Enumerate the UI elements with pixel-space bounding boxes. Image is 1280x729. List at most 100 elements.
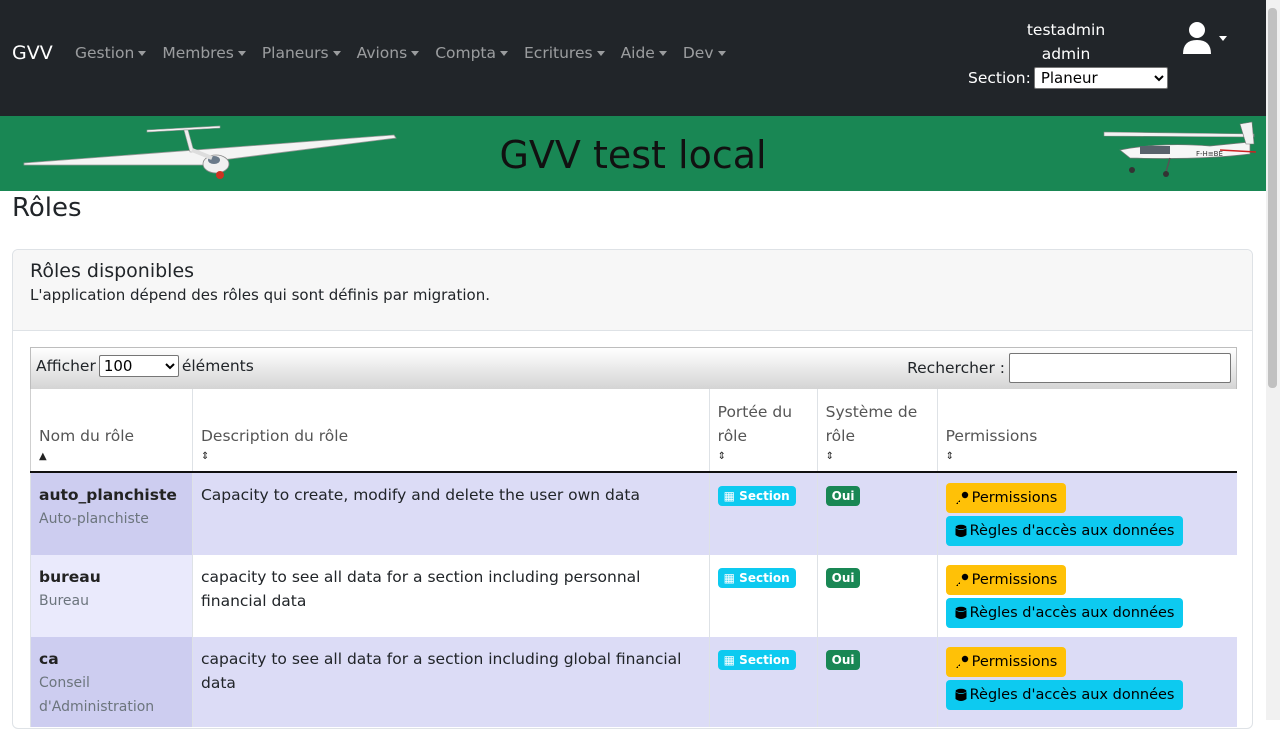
key-icon — [955, 491, 968, 504]
user-role: admin — [1041, 45, 1091, 63]
database-icon — [955, 606, 967, 619]
caret-down-icon — [658, 50, 667, 56]
role-name-cell: auto_planchiste Auto-planchiste — [30, 472, 193, 555]
sort-both-icon: ⇕ — [717, 451, 727, 462]
show-label: Afficher — [36, 357, 96, 375]
role-label: Bureau — [39, 593, 89, 609]
page-length-select[interactable]: 100 — [98, 355, 179, 377]
sort-both-icon: ⇕ — [200, 451, 210, 462]
role-scope-cell: ▦ Section — [708, 472, 818, 555]
table-header-row: Nom du rôle ▲ Description du rôle ⇕ Portée… — [30, 389, 1237, 473]
scope-badge: ▦ Section — [717, 486, 796, 506]
caret-down-icon — [717, 50, 726, 56]
card-header: Rôles disponibles L'application dépend d… — [13, 250, 1252, 331]
scope-badge: ▦ Section — [717, 568, 796, 588]
card-subtitle: L'application dépend des rôles qui sont … — [30, 286, 490, 304]
role-description: capacity to see all data for a section i… — [191, 555, 710, 637]
building-icon: ▦ — [723, 571, 740, 585]
column-header-description[interactable]: Description du rôle ⇕ — [191, 389, 710, 473]
caret-down-icon — [411, 50, 420, 56]
menu-label: Planeurs — [261, 44, 329, 62]
entries-label: éléments — [181, 357, 254, 375]
role-name: ca — [39, 650, 59, 668]
role-name-cell: bureau Bureau — [30, 555, 193, 637]
permissions-button[interactable]: Permissions — [945, 483, 1067, 513]
column-header-name[interactable]: Nom du rôle ▲ — [30, 389, 193, 473]
access-rules-button[interactable]: Règles d'accès aux données — [945, 516, 1184, 546]
column-header-label: Description du rôle — [200, 427, 349, 445]
menu-label: Gestion — [75, 44, 135, 62]
column-header-label: Nom du rôle — [39, 427, 135, 445]
column-header-label: Système de rôle — [825, 403, 918, 445]
role-label: Auto-planchiste — [39, 511, 149, 527]
user-name: testadmin — [1026, 21, 1106, 39]
caret-down-icon[interactable] — [1219, 36, 1227, 41]
menu-gestion[interactable]: Gestion — [75, 44, 147, 62]
access-rules-button[interactable]: Règles d'accès aux données — [945, 598, 1184, 628]
menu-planeurs[interactable]: Planeurs — [262, 44, 341, 62]
role-name-cell: ca Conseil d'Administration — [30, 637, 193, 727]
menu-dev[interactable]: Dev — [683, 44, 726, 62]
column-header-scope[interactable]: Portée du rôle ⇕ — [708, 389, 818, 473]
column-header-permissions[interactable]: Permissions ⇕ — [936, 389, 1237, 473]
caret-down-icon — [237, 50, 246, 56]
menu-label: Avions — [356, 44, 408, 62]
access-rules-button-label: Règles d'accès aux données — [969, 687, 1175, 703]
caret-down-icon — [332, 50, 341, 56]
system-badge: Oui — [825, 568, 861, 588]
role-scope-cell: ▦ Section — [708, 637, 818, 727]
table-row: bureau Bureau capacity to see all data f… — [30, 555, 1237, 637]
sort-both-icon: ⇕ — [945, 451, 954, 462]
menu-aide[interactable]: Aide — [621, 44, 667, 62]
key-icon — [955, 573, 968, 586]
main-menu: Gestion Membres Planeurs Avions Compta E… — [75, 44, 742, 62]
building-icon: ▦ — [723, 653, 740, 667]
menu-label: Dev — [682, 44, 714, 62]
sort-asc-icon: ▲ — [39, 451, 47, 462]
column-header-label: Portée du rôle — [717, 403, 793, 445]
user-avatar-icon[interactable] — [1180, 20, 1214, 56]
column-header-label: Permissions — [945, 427, 1038, 445]
access-rules-button-label: Règles d'accès aux données — [969, 523, 1175, 539]
datatable-toolbar: Afficher 100 éléments Rechercher : — [30, 347, 1237, 389]
banner-title: GVV test local — [499, 133, 767, 177]
menu-label: Membres — [162, 44, 234, 62]
role-description: capacity to see all data for a section i… — [191, 637, 710, 727]
role-permissions-cell: Permissions Règles d'accès aux données — [936, 555, 1237, 637]
role-system-cell: Oui — [816, 637, 938, 727]
search-control: Rechercher : — [907, 353, 1231, 383]
brand-link[interactable]: GVV — [12, 42, 53, 64]
role-permissions-cell: Permissions Règles d'accès aux données — [936, 472, 1237, 555]
role-name: bureau — [39, 568, 101, 586]
section-select[interactable]: Planeur — [1033, 67, 1168, 89]
access-rules-button[interactable]: Règles d'accès aux données — [945, 680, 1184, 710]
caret-down-icon — [596, 50, 605, 56]
scope-badge-label: Section — [739, 489, 790, 503]
menu-label: Ecritures — [524, 44, 593, 62]
role-scope-cell: ▦ Section — [708, 555, 818, 637]
page-title: Rôles — [12, 193, 82, 223]
role-name: auto_planchiste — [39, 486, 177, 504]
menu-ecritures[interactable]: Ecritures — [524, 44, 605, 62]
section-selector: Section: Planeur — [968, 66, 1168, 90]
database-icon — [955, 524, 967, 537]
role-label: Conseil d'Administration — [39, 675, 155, 715]
building-icon: ▦ — [723, 489, 740, 503]
menu-label: Aide — [620, 44, 655, 62]
scope-badge-label: Section — [739, 653, 790, 667]
permissions-button[interactable]: Permissions — [945, 647, 1067, 677]
column-header-system[interactable]: Système de rôle ⇕ — [816, 389, 938, 473]
menu-compta[interactable]: Compta — [435, 44, 509, 62]
table-row: ca Conseil d'Administration capacity to … — [30, 637, 1237, 727]
permissions-button-label: Permissions — [971, 490, 1058, 506]
menu-label: Compta — [435, 44, 497, 62]
roles-card: Rôles disponibles L'application dépend d… — [12, 249, 1253, 729]
permissions-button[interactable]: Permissions — [945, 565, 1067, 595]
menu-avions[interactable]: Avions — [357, 44, 420, 62]
menu-membres[interactable]: Membres — [162, 44, 246, 62]
role-system-cell: Oui — [816, 555, 938, 637]
scrollbar-thumb[interactable] — [1268, 8, 1277, 388]
key-icon — [955, 655, 968, 668]
search-input[interactable] — [1009, 353, 1231, 383]
sort-both-icon: ⇕ — [825, 451, 835, 462]
